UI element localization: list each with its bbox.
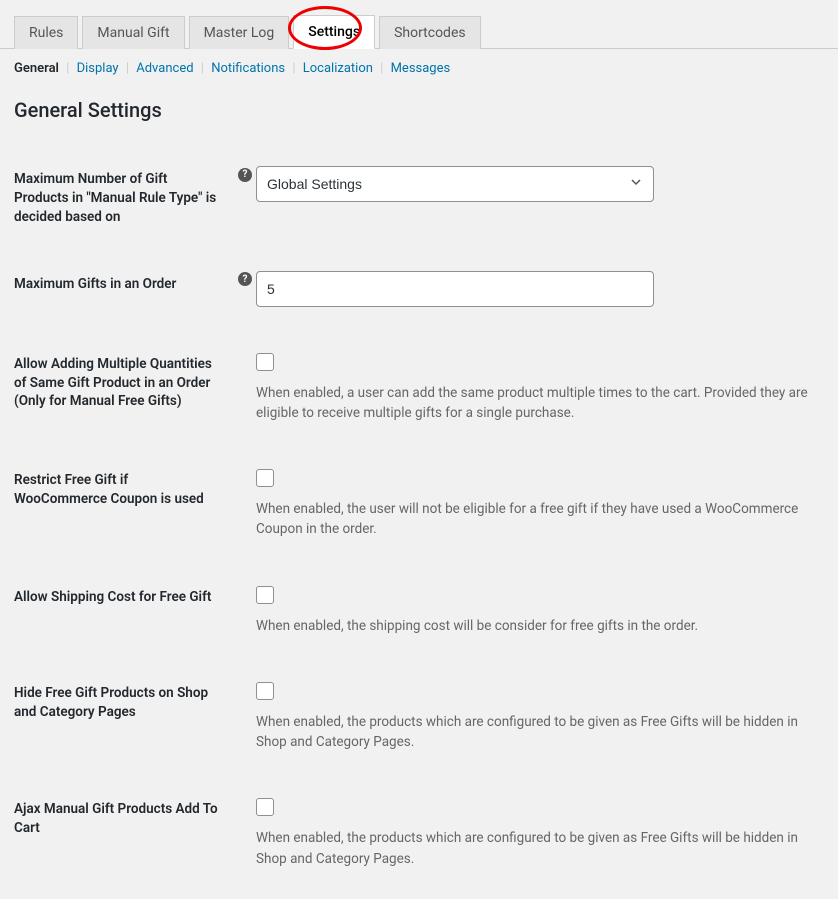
select-max-products-basis[interactable]: Global Settings xyxy=(256,166,654,202)
checkbox-allow-shipping[interactable] xyxy=(256,586,274,604)
sub-nav: General | Display | Advanced | Notificat… xyxy=(0,49,838,76)
page-title: General Settings xyxy=(14,98,824,122)
desc-allow-multi-qty: When enabled, a user can add the same pr… xyxy=(256,383,824,424)
subnav-general[interactable]: General xyxy=(14,61,59,76)
checkbox-restrict-coupon[interactable] xyxy=(256,469,274,487)
label-hide-products: Hide Free Gift Products on Shop and Cate… xyxy=(14,666,234,783)
subnav-display[interactable]: Display xyxy=(77,61,119,76)
tab-master-log[interactable]: Master Log xyxy=(189,16,290,49)
subnav-notifications[interactable]: Notifications xyxy=(211,61,285,76)
label-allow-shipping: Allow Shipping Cost for Free Gift xyxy=(14,570,234,666)
primary-tabs: Rules Manual Gift Master Log Settings Sh… xyxy=(0,0,838,49)
label-allow-multi-qty: Allow Adding Multiple Quantities of Same… xyxy=(14,337,234,454)
help-icon[interactable]: ? xyxy=(238,272,252,286)
tab-manual-gift[interactable]: Manual Gift xyxy=(82,16,184,49)
desc-allow-shipping: When enabled, the shipping cost will be … xyxy=(256,616,824,636)
settings-form: Maximum Number of Gift Products in "Manu… xyxy=(14,152,824,899)
label-restrict-coupon: Restrict Free Gift if WooCommerce Coupon… xyxy=(14,453,234,570)
desc-hide-products: When enabled, the products which are con… xyxy=(256,712,824,753)
tab-settings[interactable]: Settings xyxy=(293,15,375,49)
label-max-gifts: Maximum Gifts in an Order xyxy=(14,257,234,337)
subnav-localization[interactable]: Localization xyxy=(303,61,373,76)
desc-restrict-coupon: When enabled, the user will not be eligi… xyxy=(256,499,824,540)
tab-shortcodes[interactable]: Shortcodes xyxy=(379,16,481,49)
tab-rules[interactable]: Rules xyxy=(14,16,78,49)
checkbox-ajax-add[interactable] xyxy=(256,798,274,816)
desc-ajax-add: When enabled, the products which are con… xyxy=(256,828,824,869)
label-ajax-add: Ajax Manual Gift Products Add To Cart xyxy=(14,782,234,899)
input-max-gifts[interactable] xyxy=(256,271,654,307)
label-max-products: Maximum Number of Gift Products in "Manu… xyxy=(14,152,234,257)
checkbox-allow-multi-qty[interactable] xyxy=(256,353,274,371)
help-icon[interactable]: ? xyxy=(238,168,252,182)
subnav-messages[interactable]: Messages xyxy=(391,61,451,76)
checkbox-hide-products[interactable] xyxy=(256,682,274,700)
subnav-advanced[interactable]: Advanced xyxy=(136,61,193,76)
